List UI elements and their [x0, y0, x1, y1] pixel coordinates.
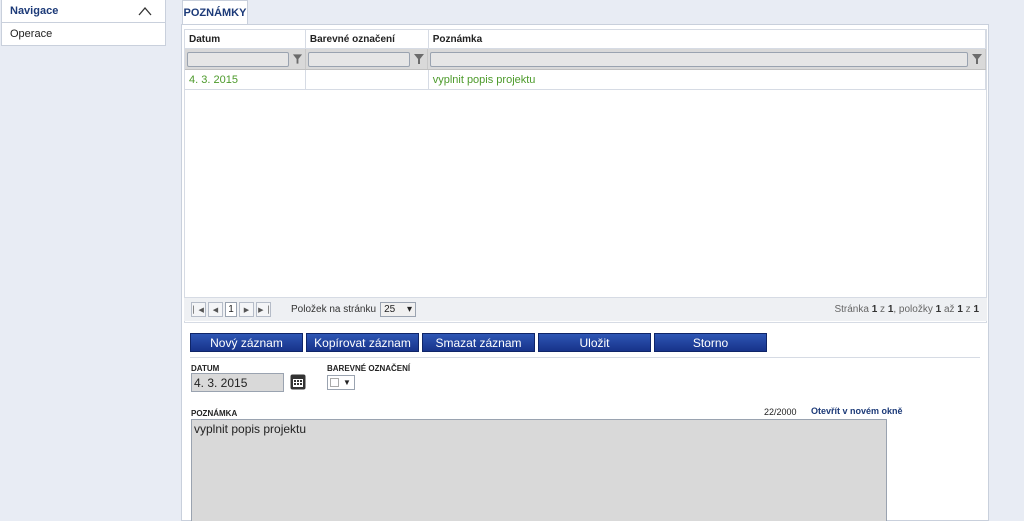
column-header-poznamka[interactable]: Poznámka [429, 30, 986, 48]
cell-datum: 4. 3. 2015 [185, 70, 306, 89]
first-page-button[interactable]: ▏◀ [191, 302, 206, 317]
color-swatch [330, 378, 339, 387]
filter-input-datum[interactable] [187, 51, 289, 67]
sidebar: Navigace Operace [0, 0, 167, 521]
calendar-icon[interactable] [290, 374, 306, 390]
column-header-barevne-oznaceni[interactable]: Barevné označení [306, 30, 429, 48]
datum-label: DATUM [191, 364, 220, 373]
filter-icon[interactable] [413, 53, 425, 65]
grid-header-row: Datum Barevné označení Poznámka [185, 30, 986, 49]
dropdown-arrow-icon: ▾ [407, 304, 413, 315]
color-select[interactable]: ▼ [327, 375, 355, 390]
notes-grid: Datum Barevné označení Poznámka 4. 3. 20… [184, 29, 987, 323]
pager-info: Stránka 1 z 1, položky 1 až 1 z 1 [834, 304, 979, 315]
action-toolbar: Nový záznam Kopírovat záznam Smazat zázn… [190, 333, 980, 358]
char-counter: 22/2000 [764, 407, 797, 417]
navigation-panel: Navigace Operace [1, 0, 166, 46]
dropdown-arrow-icon: ▼ [343, 378, 351, 387]
tab-poznamky[interactable]: POZNÁMKY [182, 0, 248, 25]
sidebar-item-operace[interactable]: Operace [2, 23, 165, 45]
cancel-button[interactable]: Storno [654, 333, 767, 352]
prev-page-button[interactable]: ◀ [208, 302, 223, 317]
navigation-title: Navigace [10, 5, 59, 17]
notes-panel: Datum Barevné označení Poznámka 4. 3. 20… [181, 24, 989, 521]
cell-poznamka: vyplnit popis projektu [429, 70, 986, 89]
copy-record-button[interactable]: Kopírovat záznam [306, 333, 419, 352]
delete-record-button[interactable]: Smazat záznam [422, 333, 535, 352]
filter-input-poznamka[interactable] [430, 51, 968, 67]
tab-bar: POZNÁMKY [181, 0, 989, 25]
filter-cell-barva [306, 49, 428, 69]
per-page-value: 25 [384, 304, 396, 315]
color-label: BAREVNÉ OZNAČENÍ [327, 364, 411, 373]
save-button[interactable]: Uložit [538, 333, 651, 352]
filter-icon[interactable] [292, 53, 303, 65]
filter-cell-poznamka [428, 49, 986, 69]
new-record-button[interactable]: Nový záznam [190, 333, 303, 352]
pager: ▏◀ ◀ 1 ▶ ▶▕ Položek na stránku 25 ▾ Strá… [184, 297, 987, 321]
datum-input[interactable]: 4. 3. 2015 [191, 373, 284, 392]
last-page-button[interactable]: ▶▕ [256, 302, 271, 317]
filter-icon[interactable] [971, 53, 983, 65]
per-page-select[interactable]: 25 ▾ [380, 302, 417, 317]
cell-barva [306, 70, 429, 89]
poznamka-label: POZNÁMKA [191, 409, 238, 418]
poznamka-textarea[interactable]: vyplnit popis projektu [191, 419, 887, 521]
main-content: POZNÁMKY Datum Barevné označení Poznámka [181, 0, 989, 521]
per-page-label: Položek na stránku [291, 304, 377, 315]
filter-input-barva[interactable] [308, 51, 410, 67]
page-number[interactable]: 1 [225, 302, 237, 317]
open-in-new-window-link[interactable]: Otevřít v novém okně [811, 406, 903, 416]
navigation-header[interactable]: Navigace [2, 0, 165, 23]
next-page-button[interactable]: ▶ [239, 302, 254, 317]
grid-filter-row [185, 49, 986, 70]
filter-cell-datum [185, 49, 306, 69]
column-header-datum[interactable]: Datum [185, 30, 306, 48]
table-row[interactable]: 4. 3. 2015 vyplnit popis projektu [185, 70, 986, 90]
chevron-up-icon[interactable] [137, 5, 153, 17]
